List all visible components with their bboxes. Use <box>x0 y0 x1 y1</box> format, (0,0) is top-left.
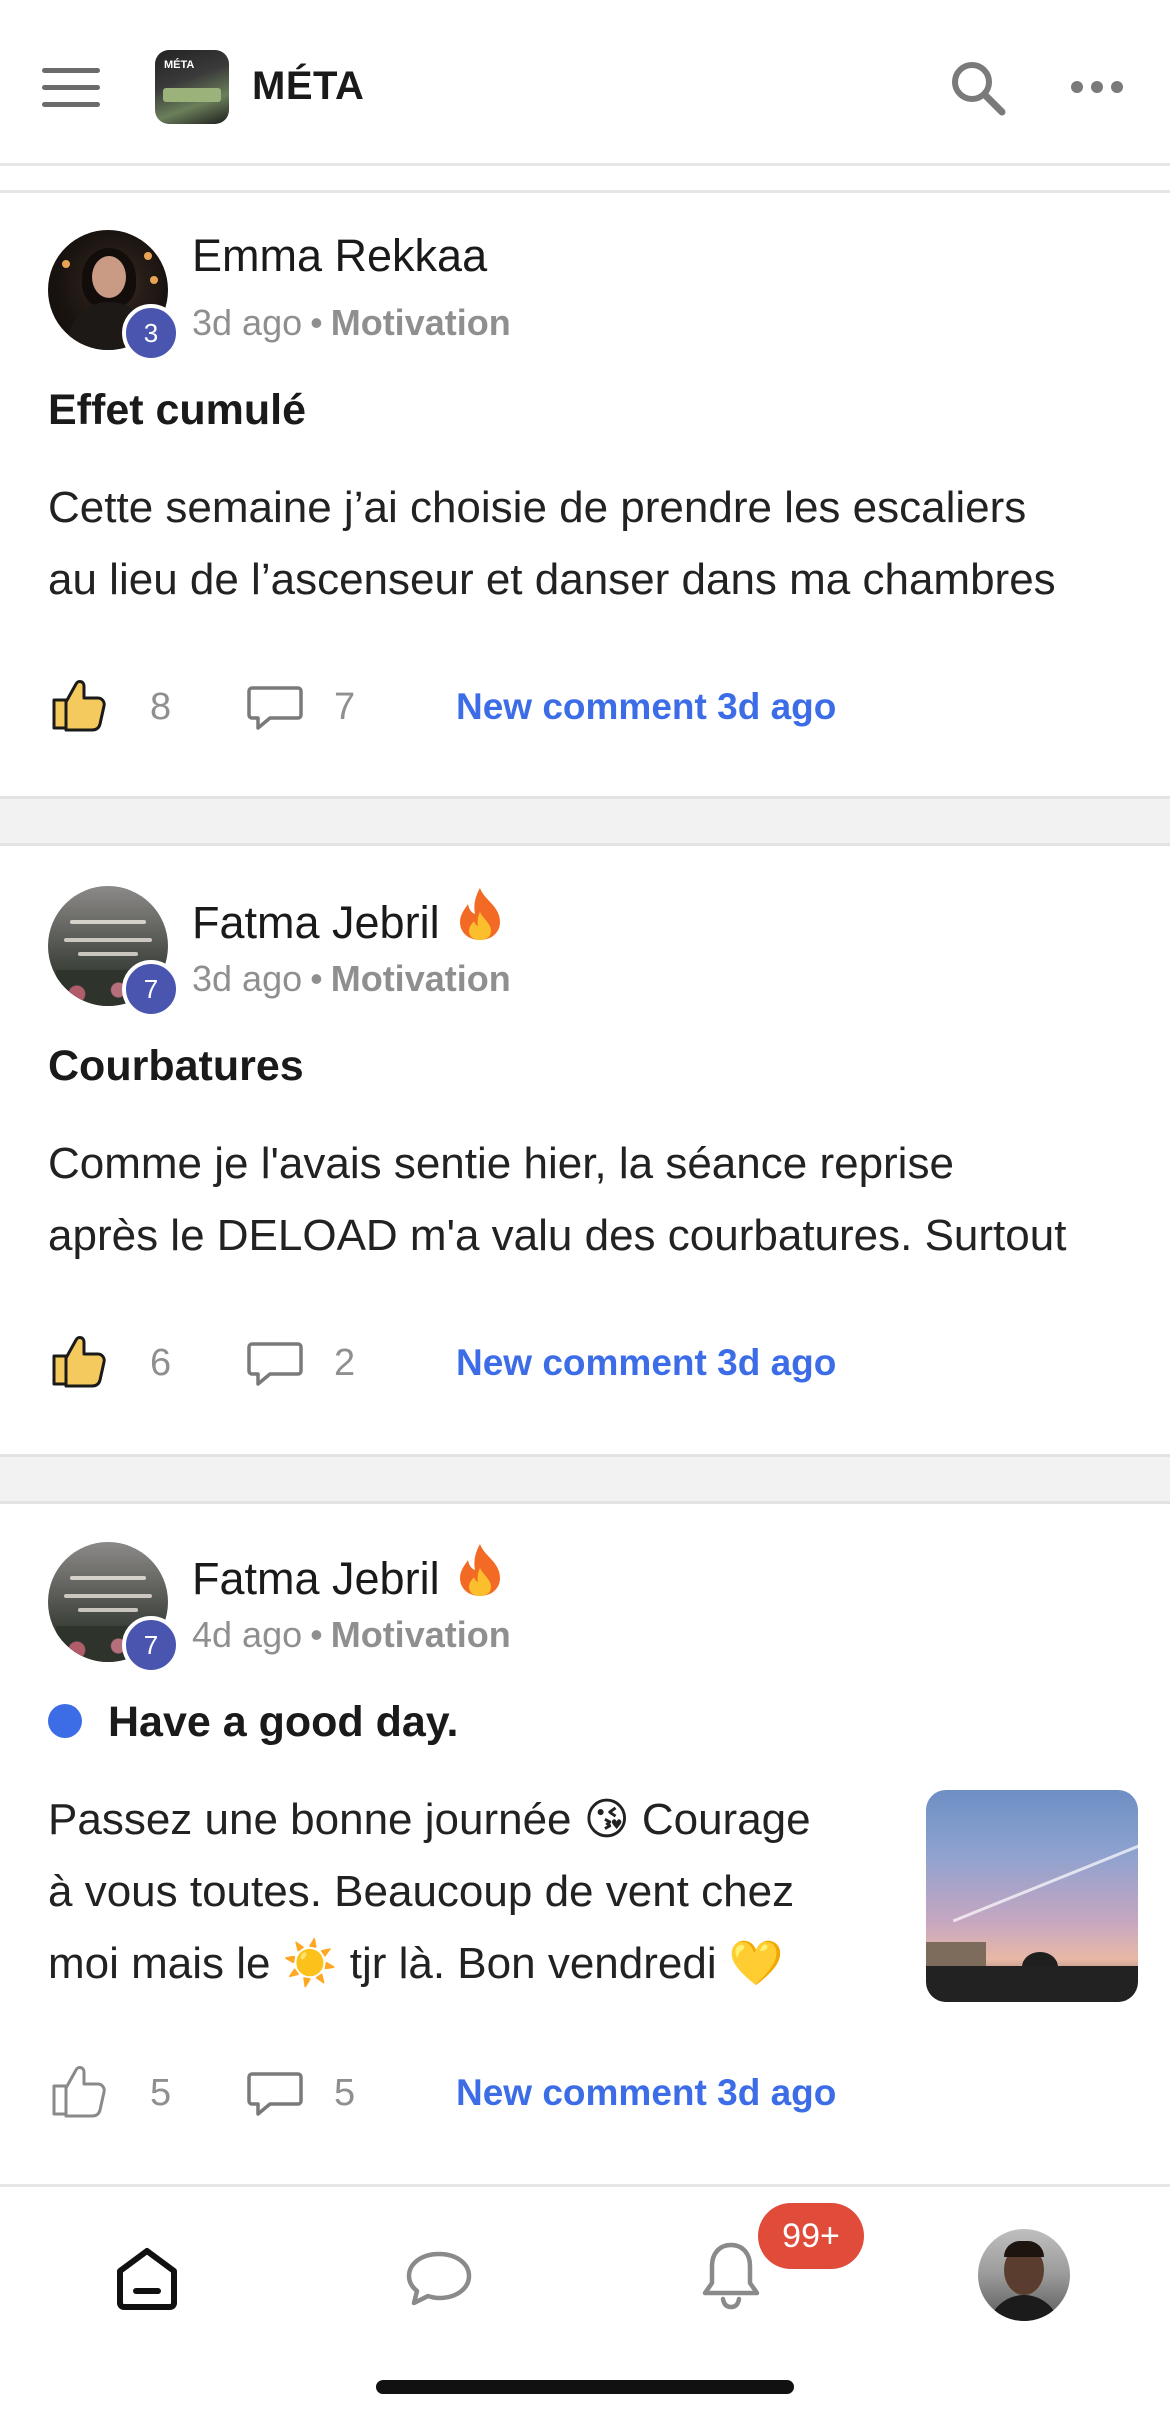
unread-indicator <box>48 1704 82 1738</box>
author-name[interactable]: Emma Rekkaa <box>192 230 487 282</box>
post-card[interactable]: 7 Fatma Jebril 3d ago • Motivation Courbat… <box>0 850 1170 1454</box>
post-body-line: moi mais le ☀️ tjr là. Bon vendredi 💛 <box>48 1939 784 1988</box>
author-name-text: Fatma Jebril <box>192 897 440 948</box>
post-actions: 5 5 New comment 3d ago <box>48 2058 1138 2128</box>
post-body[interactable]: Cette semaine j’ai choisie de prendre le… <box>48 472 1138 616</box>
post-body-line: à vous toutes. Beaucoup de vent chez <box>48 1867 795 1916</box>
meta-separator: • <box>310 1614 323 1655</box>
header-divider <box>0 190 1170 193</box>
home-indicator <box>376 2380 794 2394</box>
thumbs-up-icon[interactable] <box>50 676 108 732</box>
author-avatar[interactable]: 7 <box>48 886 180 1018</box>
like-count: 8 <box>150 686 172 728</box>
post-separator <box>0 796 1170 846</box>
post-category[interactable]: Motivation <box>331 1614 511 1655</box>
comment-icon[interactable] <box>246 682 304 732</box>
post-title[interactable]: Effet cumulé <box>48 386 306 435</box>
hamburger-icon[interactable] <box>42 68 100 108</box>
post-meta: 3d ago • Motivation <box>192 958 511 1000</box>
meta-separator: • <box>310 958 323 999</box>
post-body-line: Passez une bonne journée 😘 Courage <box>48 1795 811 1844</box>
author-name[interactable]: Fatma Jebril <box>192 1542 506 1605</box>
thumbs-up-icon[interactable] <box>50 2062 108 2118</box>
post-actions: 8 7 New comment 3d ago <box>48 672 1138 742</box>
post-card[interactable]: 7 Fatma Jebril 4d ago • Motivation Have a … <box>0 1508 1170 2184</box>
bell-icon[interactable] <box>700 2239 762 2311</box>
post-meta: 3d ago • Motivation <box>192 302 511 344</box>
flame-icon <box>459 1544 500 1596</box>
post-body-line: après le DELOAD m'a valu des courbatures… <box>48 1211 1067 1260</box>
post-category[interactable]: Motivation <box>331 958 511 999</box>
author-avatar[interactable]: 3 <box>48 230 180 362</box>
post-category[interactable]: Motivation <box>331 302 511 343</box>
post-actions: 6 2 New comment 3d ago <box>48 1328 1138 1398</box>
app-logo[interactable]: MÉTA <box>155 50 229 124</box>
comment-icon[interactable] <box>246 1338 304 1388</box>
level-badge: 7 <box>122 1616 180 1674</box>
chat-icon[interactable] <box>404 2249 474 2307</box>
like-count: 6 <box>150 1342 172 1384</box>
post-meta: 4d ago • Motivation <box>192 1614 511 1656</box>
post-body-line: au lieu de l’ascenseur et danser dans ma… <box>48 555 1056 604</box>
home-icon[interactable] <box>112 2245 182 2311</box>
post-time: 3d ago <box>192 302 303 343</box>
more-horizontal-icon[interactable] <box>1070 76 1124 98</box>
author-name-text: Fatma Jebril <box>192 1553 440 1604</box>
app-title: MÉTA <box>252 64 365 108</box>
thumbs-up-icon[interactable] <box>50 1332 108 1388</box>
post-time: 4d ago <box>192 1614 303 1655</box>
post-body-line: Comme je l'avais sentie hier, la séance … <box>48 1139 954 1188</box>
post-body-line: Cette semaine j’ai choisie de prendre le… <box>48 483 1027 532</box>
comment-count: 7 <box>334 686 356 728</box>
comment-icon[interactable] <box>246 2068 304 2118</box>
profile-avatar[interactable] <box>978 2229 1070 2321</box>
app-header: MÉTA MÉTA <box>0 0 1170 166</box>
meta-separator: • <box>310 302 323 343</box>
post-card[interactable]: 3 Emma Rekkaa 3d ago • Motivation Effet cu… <box>0 196 1170 796</box>
post-title[interactable]: Have a good day. <box>108 1698 458 1747</box>
level-badge: 7 <box>122 960 180 1018</box>
app-logo-text: MÉTA <box>164 59 195 71</box>
new-comment-link[interactable]: New comment 3d ago <box>456 2072 836 2114</box>
search-icon[interactable] <box>948 58 1008 118</box>
new-comment-link[interactable]: New comment 3d ago <box>456 1342 836 1384</box>
level-badge: 3 <box>122 304 180 362</box>
like-count: 5 <box>150 2072 172 2114</box>
post-separator <box>0 1454 1170 1504</box>
notification-badge: 99+ <box>758 2203 864 2269</box>
author-avatar[interactable]: 7 <box>48 1542 180 1674</box>
author-name-text: Emma Rekkaa <box>192 230 488 281</box>
comment-count: 2 <box>334 1342 356 1384</box>
new-comment-link[interactable]: New comment 3d ago <box>456 686 836 728</box>
post-time: 3d ago <box>192 958 303 999</box>
post-body[interactable]: Comme je l'avais sentie hier, la séance … <box>48 1128 1138 1272</box>
author-name[interactable]: Fatma Jebril <box>192 886 506 949</box>
flame-icon <box>459 888 500 940</box>
post-body[interactable]: Passez une bonne journée 😘 Courage à vou… <box>48 1784 898 2000</box>
comment-count: 5 <box>334 2072 356 2114</box>
post-title[interactable]: Courbatures <box>48 1042 304 1091</box>
post-thumbnail-image[interactable] <box>926 1790 1138 2002</box>
